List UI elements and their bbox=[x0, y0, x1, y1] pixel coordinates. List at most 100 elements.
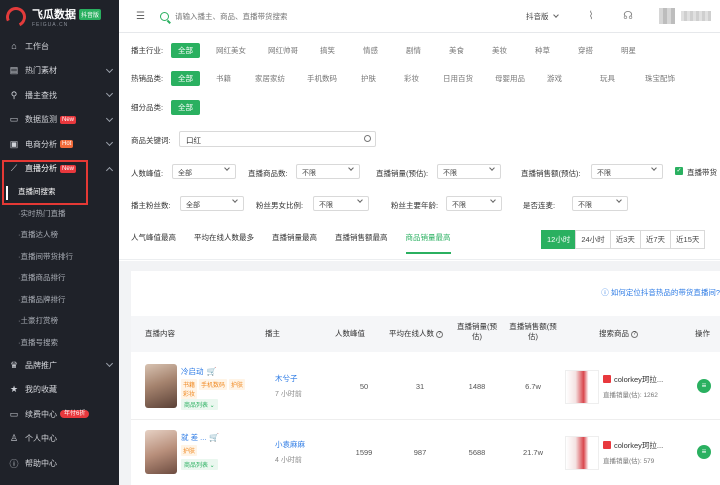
global-search-input[interactable] bbox=[175, 11, 495, 21]
product-name-link[interactable]: colorkey珂拉... bbox=[614, 440, 663, 451]
live-goods-checkbox[interactable]: ✓ bbox=[675, 167, 683, 175]
industry-chip[interactable]: 穿搭 bbox=[572, 43, 599, 58]
sidebar-item-favorites[interactable]: ★ 我的收藏 bbox=[0, 378, 119, 403]
industry-chip[interactable]: 情感 bbox=[357, 43, 384, 58]
detail-list-icon[interactable]: ≡ bbox=[697, 445, 711, 459]
live-cover-image[interactable] bbox=[145, 430, 177, 474]
keyword-label: 商品关键词: bbox=[131, 136, 171, 145]
sidebar-item-brand-promo[interactable]: ♛ 品牌推广 bbox=[0, 353, 119, 378]
category-chip[interactable]: 游戏 bbox=[541, 71, 568, 86]
help-link[interactable]: ⓘ 如何定位抖音热品的带货直播间? bbox=[601, 287, 720, 298]
host-name-link[interactable]: 小袁麻麻 bbox=[275, 439, 305, 450]
sidebar-subitem-live-product-rank[interactable]: · 直播商品排行 bbox=[0, 267, 119, 289]
sales-select[interactable]: 不限 bbox=[437, 164, 501, 179]
live-title-text: 冷启动 bbox=[181, 367, 204, 376]
time-15d-button[interactable]: 近15天 bbox=[670, 230, 706, 249]
sidebar-item-data-monitor[interactable]: ▭ 数据监测 New bbox=[0, 108, 119, 133]
industry-chip[interactable]: 美食 bbox=[443, 43, 470, 58]
category-chip[interactable]: 全部 bbox=[171, 71, 200, 86]
search-icon[interactable] bbox=[364, 135, 371, 142]
category-chip[interactable]: 家居家纺 bbox=[249, 71, 291, 86]
sidebar-subitem-live-brand-rank[interactable]: · 直播品牌排行 bbox=[0, 289, 119, 311]
detail-list-icon[interactable]: ≡ bbox=[697, 379, 711, 393]
category-chip[interactable]: 母婴用品 bbox=[489, 71, 531, 86]
live-title[interactable]: 就 差 ... 🛒 bbox=[181, 432, 219, 443]
store-badge-icon bbox=[603, 375, 611, 383]
industry-chip[interactable]: 明星 bbox=[615, 43, 642, 58]
category-filter-row: 热销品类: 全部 书籍 家居家纺 手机数码 护肤 彩妆 日用百货 母婴用品 游戏… bbox=[131, 71, 691, 86]
header-sales[interactable]: 直播销量(预估) bbox=[456, 322, 498, 342]
question-icon[interactable]: ? bbox=[436, 330, 443, 338]
product-count-select[interactable]: 不限 bbox=[296, 164, 360, 179]
product-name-link[interactable]: colorkey珂拉... bbox=[614, 374, 663, 385]
fans-filter-label: 播主粉丝数: bbox=[131, 201, 171, 210]
sidebar-subitem-live-talent[interactable]: · 直播达人榜 bbox=[0, 224, 119, 246]
sidebar-item-hot-material[interactable]: ▤ 热门素材 bbox=[0, 59, 119, 84]
headset-icon[interactable]: ☊ bbox=[621, 9, 635, 23]
product-list-toggle[interactable]: 商品列表 ⌄ bbox=[181, 399, 218, 410]
category-chip[interactable]: 书籍 bbox=[210, 71, 237, 86]
sidebar-subitem-live-goods-rank[interactable]: · 直播间带货排行 bbox=[0, 246, 119, 268]
time-24h-button[interactable]: 24小时 bbox=[575, 230, 611, 249]
chart-icon[interactable]: ⌇ bbox=[584, 9, 598, 23]
category-chip[interactable]: 护肤 bbox=[355, 71, 382, 86]
time-12h-button[interactable]: 12小时 bbox=[541, 230, 577, 249]
sidebar-item-ecommerce[interactable]: ▣ 电商分析 Hot bbox=[0, 132, 119, 157]
industry-chip[interactable]: 种草 bbox=[529, 43, 556, 58]
product-sales: 直播销量(估): 1262 bbox=[603, 392, 658, 399]
industry-chip[interactable]: 美妆 bbox=[486, 43, 513, 58]
tab-peak[interactable]: 人气峰值最高 bbox=[131, 232, 176, 254]
menu-toggle-icon[interactable]: ☰ bbox=[136, 11, 146, 22]
subcategory-chip[interactable]: 全部 bbox=[171, 100, 200, 115]
live-cover-image[interactable] bbox=[145, 364, 177, 408]
tab-live-sales[interactable]: 直播销量最高 bbox=[272, 232, 317, 254]
product-image[interactable] bbox=[565, 436, 599, 470]
sidebar-item-help[interactable]: ⓘ 帮助中心 bbox=[0, 451, 119, 476]
question-icon[interactable]: ? bbox=[631, 330, 638, 338]
sidebar-subitem-tip-rank[interactable]: · 土豪打赏榜 bbox=[0, 310, 119, 332]
live-title[interactable]: 冷启动 🛒 bbox=[181, 366, 216, 377]
peak-select[interactable]: 全部 bbox=[172, 164, 236, 179]
search-icon[interactable] bbox=[160, 11, 169, 21]
sidebar-subitem-realtime-live[interactable]: · 实时热门直播 bbox=[0, 203, 119, 225]
category-chip[interactable]: 玩具 bbox=[594, 71, 621, 86]
co-stream-select[interactable]: 不限 bbox=[572, 196, 628, 211]
industry-chip[interactable]: 网红美女 bbox=[210, 43, 252, 58]
industry-chip[interactable]: 搞笑 bbox=[314, 43, 341, 58]
tab-live-revenue[interactable]: 直播销售额最高 bbox=[335, 232, 388, 254]
category-chip[interactable]: 手机数码 bbox=[301, 71, 343, 86]
category-chip[interactable]: 彩妆 bbox=[398, 71, 425, 86]
product-list-toggle[interactable]: 商品列表 ⌄ bbox=[181, 459, 218, 470]
avatar[interactable] bbox=[659, 8, 675, 24]
user-name-blurred[interactable] bbox=[681, 11, 711, 21]
tab-product-sales[interactable]: 商品销量最高 bbox=[405, 232, 451, 254]
header-avg[interactable]: 平均在线人数? bbox=[389, 329, 443, 339]
age-select[interactable]: 不限 bbox=[446, 196, 502, 211]
revenue-select[interactable]: 不限 bbox=[591, 164, 663, 179]
category-chip[interactable]: 珠宝配饰 bbox=[639, 71, 681, 86]
table-row[interactable]: 冷启动 🛒 书籍 手机数码 护肤 彩妆 商品列表 ⌄ 木兮子 7 小时前 50 3… bbox=[131, 354, 720, 420]
keyword-input[interactable]: 口红 bbox=[179, 131, 376, 147]
sidebar-item-renew[interactable]: ▭ 续费中心 年付6折 bbox=[0, 402, 119, 427]
sidebar-subitem-live-account-search[interactable]: · 直播号搜索 bbox=[0, 332, 119, 354]
industry-chip[interactable]: 剧情 bbox=[400, 43, 427, 58]
time-3d-button[interactable]: 近3天 bbox=[609, 230, 641, 249]
sidebar-item-workbench[interactable]: ⌂ 工作台 bbox=[0, 34, 119, 59]
header-revenue[interactable]: 直播销售额(预估) bbox=[509, 322, 557, 342]
sidebar-item-profile[interactable]: ♙ 个人中心 bbox=[0, 427, 119, 452]
logo[interactable]: 飞瓜数据 抖音版 FEIGUA.CN bbox=[0, 0, 119, 34]
host-name-link[interactable]: 木兮子 bbox=[275, 373, 298, 384]
header-peak[interactable]: 人数峰值 bbox=[335, 329, 365, 339]
gender-ratio-select[interactable]: 不限 bbox=[313, 196, 369, 211]
fans-select[interactable]: 全部 bbox=[180, 196, 244, 211]
industry-chip[interactable]: 全部 bbox=[171, 43, 200, 58]
category-chip[interactable]: 日用百货 bbox=[437, 71, 479, 86]
tab-avg-online[interactable]: 平均在线人数最多 bbox=[194, 232, 254, 254]
platform-select[interactable]: 抖音版 bbox=[526, 11, 559, 22]
product-image[interactable] bbox=[565, 370, 599, 404]
table-row[interactable]: 就 差 ... 🛒 护肤 商品列表 ⌄ 小袁麻麻 4 小时前 1599 987 5… bbox=[131, 420, 720, 485]
industry-chip[interactable]: 网红帅哥 bbox=[262, 43, 304, 58]
time-7d-button[interactable]: 近7天 bbox=[639, 230, 672, 249]
sidebar-item-host-search[interactable]: ⚲ 播主查找 bbox=[0, 83, 119, 108]
chevron-up-icon bbox=[105, 166, 114, 174]
